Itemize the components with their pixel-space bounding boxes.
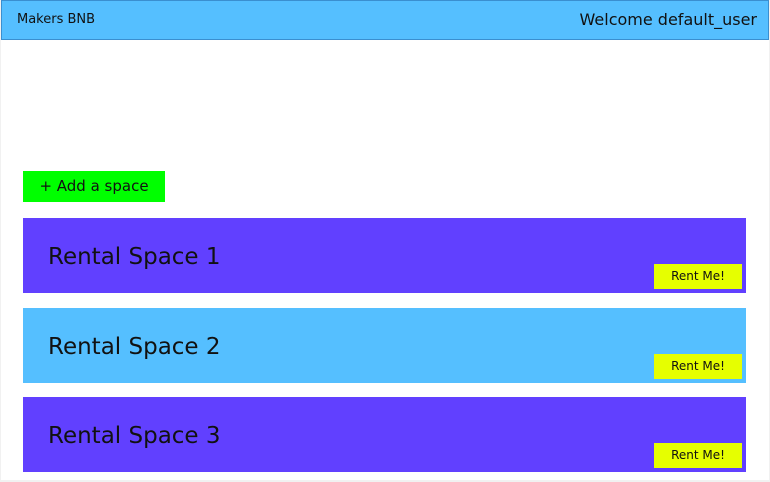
top-nav-bar: Makers BNB Welcome default_user bbox=[1, 0, 769, 40]
space-card-2: Rental Space 2 Rent Me! bbox=[23, 308, 746, 383]
add-space-button[interactable]: + Add a space bbox=[23, 171, 165, 202]
page-frame: Makers BNB Welcome default_user + Add a … bbox=[1, 0, 769, 480]
rent-me-button[interactable]: Rent Me! bbox=[654, 264, 742, 289]
brand-logo-text[interactable]: Makers BNB bbox=[17, 12, 95, 27]
space-title: Rental Space 3 bbox=[48, 423, 221, 449]
rent-me-button[interactable]: Rent Me! bbox=[654, 354, 742, 379]
space-card-3: Rental Space 3 Rent Me! bbox=[23, 397, 746, 472]
space-title: Rental Space 2 bbox=[48, 334, 221, 360]
space-title: Rental Space 1 bbox=[48, 244, 221, 270]
rent-me-button[interactable]: Rent Me! bbox=[654, 443, 742, 468]
welcome-message: Welcome default_user bbox=[579, 10, 757, 29]
space-card-1: Rental Space 1 Rent Me! bbox=[23, 218, 746, 293]
